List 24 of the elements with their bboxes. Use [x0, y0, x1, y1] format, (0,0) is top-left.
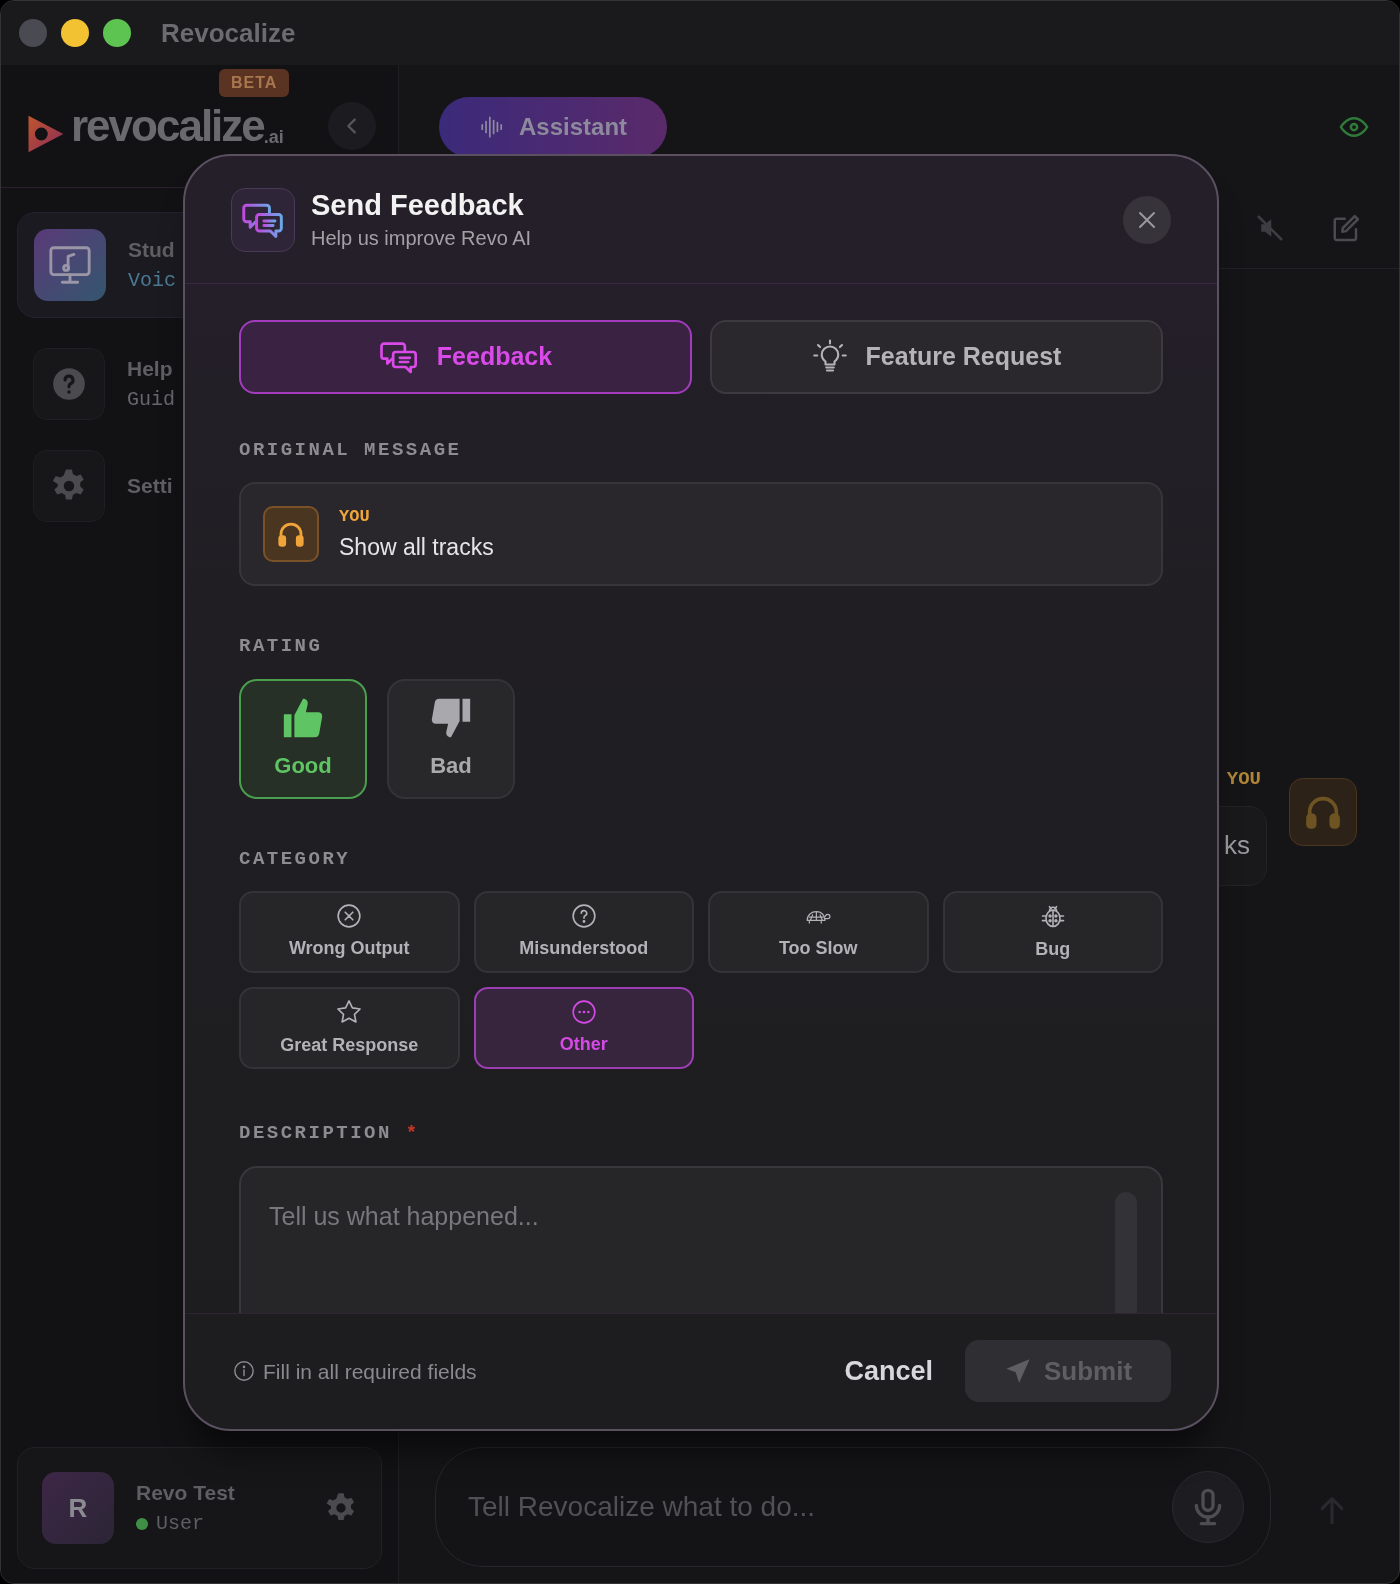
section-label: ORIGINAL MESSAGE	[239, 437, 463, 463]
item-title: Stud	[128, 237, 176, 264]
message-text: Show all tracks	[339, 532, 494, 562]
dialog-title: Send Feedback	[311, 188, 525, 223]
hint-text: Fill in all required fields	[263, 1358, 477, 1385]
user-avatar: R	[42, 1472, 114, 1544]
message-text: ks	[1224, 829, 1250, 862]
item-subtitle: Voic	[128, 267, 176, 294]
logo-text: revocalize	[71, 100, 264, 152]
section-label: CATEGORY	[239, 846, 352, 872]
item-subtitle: Guid	[127, 386, 175, 413]
item-title: Setti	[127, 473, 173, 500]
beta-badge: BETA	[219, 69, 290, 97]
item-title: Help	[127, 356, 174, 383]
dialog-subtitle: Help us improve Revo AI	[311, 225, 532, 251]
user-name: Revo Test	[136, 1480, 235, 1507]
required-mark: *	[405, 1122, 418, 1145]
section-label: RATING	[239, 634, 324, 660]
user-role: User	[156, 1510, 204, 1537]
sender-label: YOU	[339, 506, 371, 529]
sender-label: YOU	[1226, 767, 1261, 792]
logo-suffix: .ai	[263, 127, 284, 149]
section-label: DESCRIPTION	[239, 1122, 392, 1145]
window-title: Revocalize	[161, 16, 296, 50]
